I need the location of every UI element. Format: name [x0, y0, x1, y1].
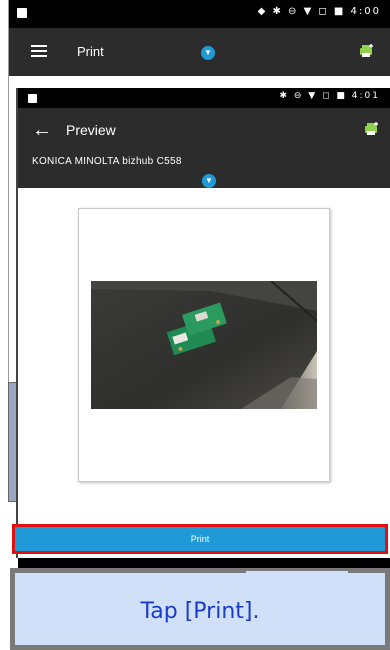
document-photo — [91, 281, 317, 409]
notification-icon — [28, 94, 37, 103]
arrow-left-icon[interactable]: ← — [32, 120, 52, 140]
print-button[interactable]: Print — [12, 524, 388, 554]
preview-toolbar: ← Preview KONICA MINOLTA bizhub C558 ▼ — [18, 108, 390, 188]
chevron-down-icon[interactable]: ▼ — [202, 174, 216, 188]
chevron-down-icon[interactable]: ▼ — [201, 46, 215, 60]
status-bar: ✱ ⊖ ▼ ◻ ■ 4:01 — [18, 88, 390, 108]
print-toolbar: Print ▼ — [9, 28, 390, 76]
page-title: Preview — [66, 122, 116, 138]
add-printer-icon[interactable] — [362, 122, 380, 136]
callout-pointer — [240, 568, 353, 577]
status-icons: ✱ ⊖ ▼ ◻ ■ 4:01 — [279, 91, 380, 101]
status-icons: ◆ ✱ ⊖ ▼ ◻ ■ 4:00 — [257, 6, 381, 17]
printer-name[interactable]: KONICA MINOLTA bizhub C558 — [32, 156, 182, 167]
hamburger-menu-icon[interactable] — [31, 45, 47, 57]
preview-screen: ✱ ⊖ ▼ ◻ ■ 4:01 ← Preview KONICA MINOLTA … — [18, 88, 390, 558]
instruction-callout: Tap [Print]. — [10, 568, 390, 650]
add-printer-icon[interactable] — [357, 44, 375, 58]
page-title: Print — [77, 44, 104, 59]
callout-text: Tap [Print]. — [140, 599, 260, 624]
document-preview — [78, 208, 330, 482]
notification-icon — [17, 8, 27, 18]
status-bar: ◆ ✱ ⊖ ▼ ◻ ■ 4:00 — [9, 0, 390, 28]
